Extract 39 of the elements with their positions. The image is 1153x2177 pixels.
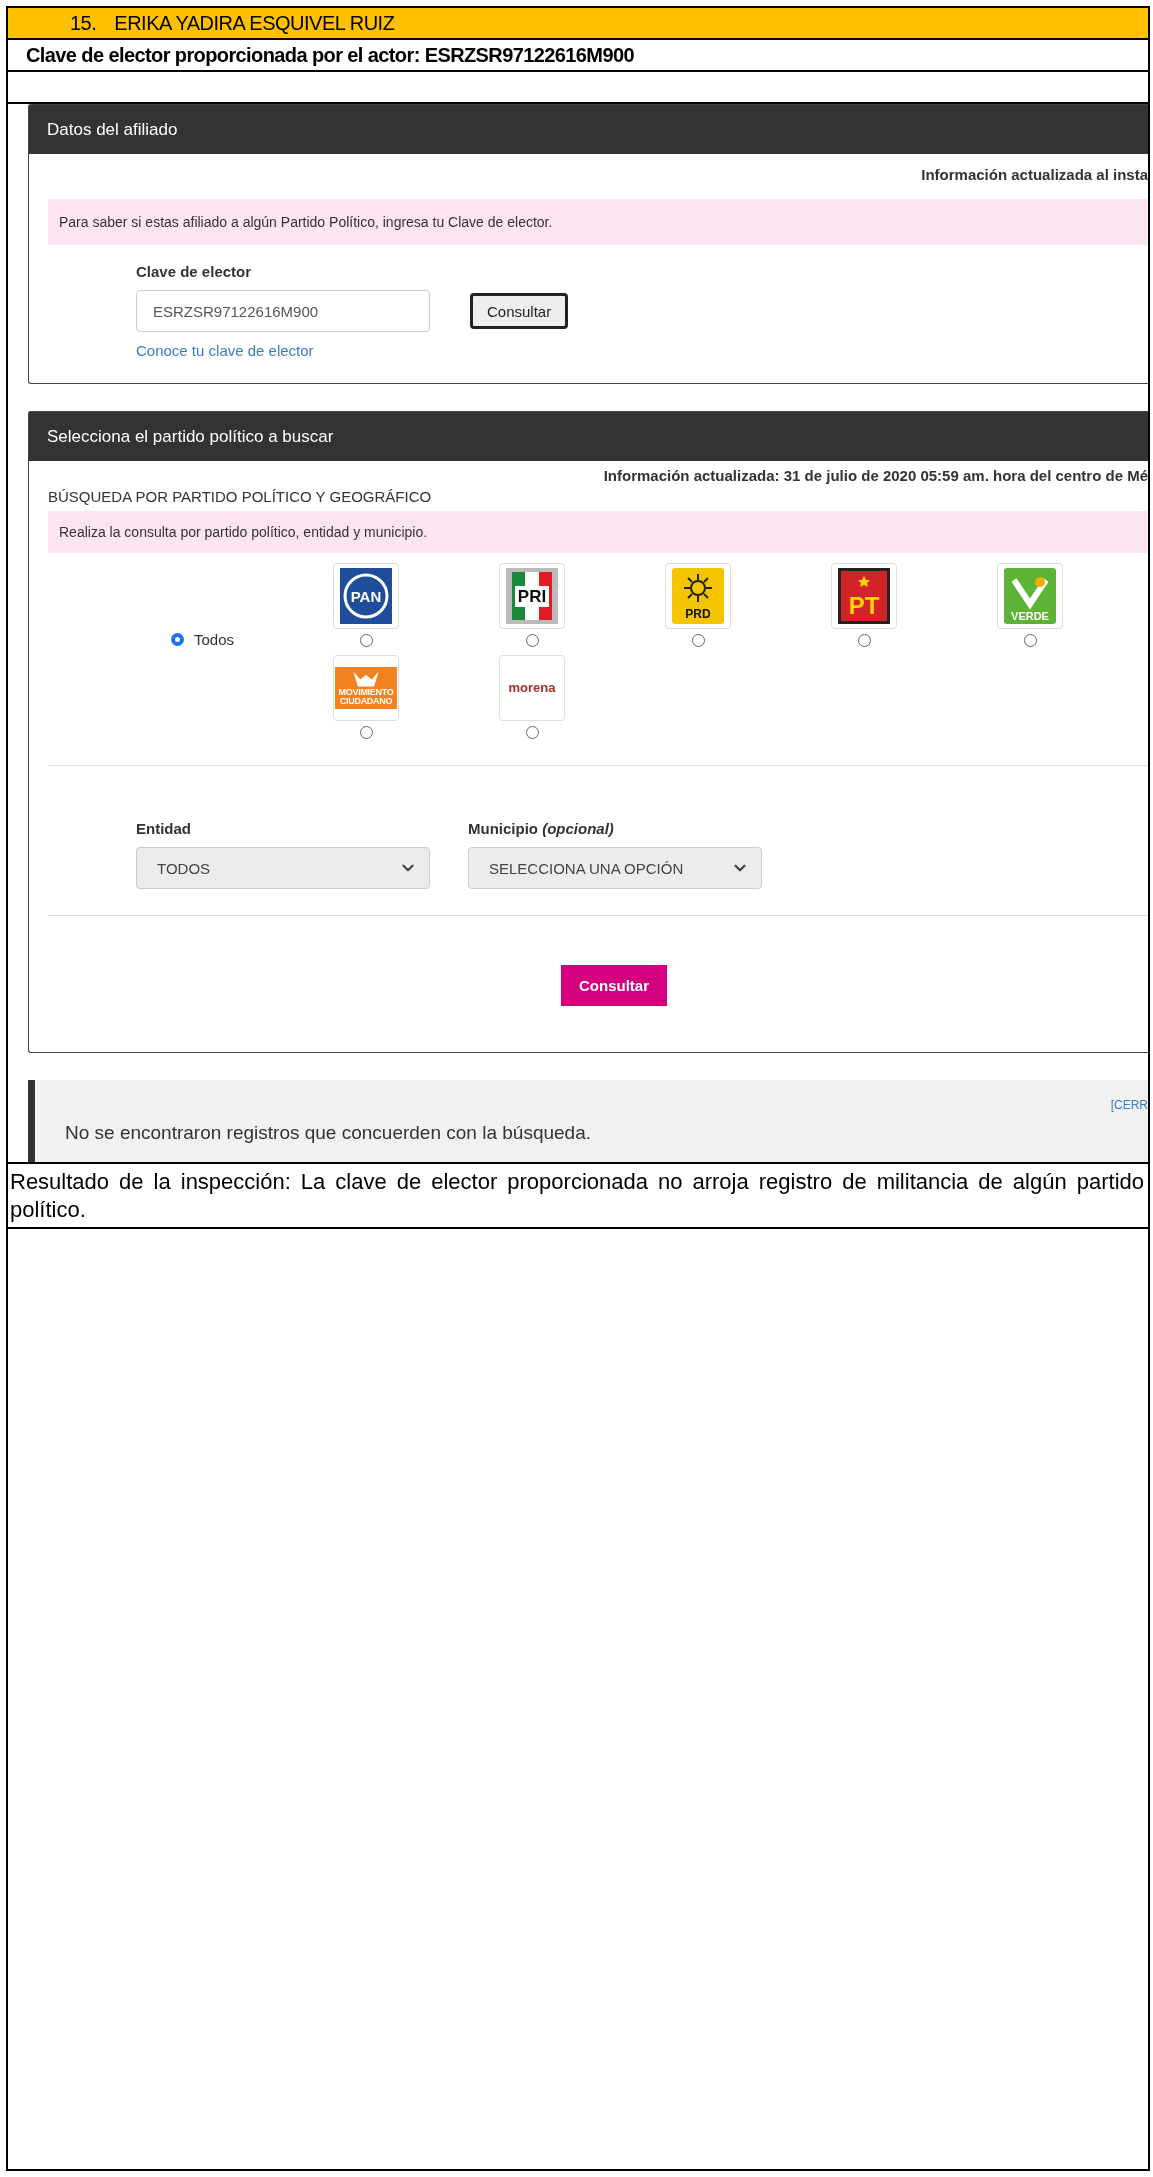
entity-select[interactable]: TODOS	[136, 847, 430, 889]
section-title: BÚSQUEDA POR PARTIDO POLÍTICO Y GEOGRÁFICO	[48, 488, 432, 505]
consult-button[interactable]: Consultar	[561, 965, 667, 1006]
party-radio[interactable]	[857, 634, 871, 647]
notice-text: Realiza la consulta por partido político, entidad y municipio.	[59, 524, 428, 540]
party-radio[interactable]	[691, 634, 705, 647]
party-logo: VERDE	[997, 563, 1063, 629]
party-logo: PAN	[333, 563, 399, 629]
party-logo: PRI	[499, 563, 565, 629]
panel-title: Selecciona el partido político a buscar	[47, 426, 334, 447]
party-radio[interactable]	[1023, 634, 1037, 647]
party-logo: PRD	[665, 563, 731, 629]
all-label: Todos	[194, 631, 235, 648]
key-help-link[interactable]: Conoce tu clave de elector	[136, 342, 314, 359]
result-text: Resultado de la inspección: La clave de elector proporcionada no arroja registro de militancia de algún partido político.	[8, 1164, 1148, 1229]
elector-key-field[interactable]: ESRZSR97122616M900	[136, 290, 430, 332]
all-radio[interactable]	[171, 633, 184, 646]
notice-text: Para saber si estas afiliado a algún Partido Político, ingresa tu Clave de elector.	[59, 214, 553, 230]
party-radio[interactable]	[525, 634, 539, 647]
panel-title: Datos del afiliado	[47, 119, 178, 140]
eagle-icon	[351, 670, 381, 688]
party-logo: morena	[499, 655, 565, 721]
clave-line: Clave de elector proporcionada por el actor: ESRZSR97122616M900	[26, 43, 634, 67]
heading-number: 15.	[70, 11, 97, 35]
party-radio[interactable]	[525, 726, 539, 739]
consult-button[interactable]: Consultar	[470, 293, 569, 329]
updated-text: Información actualizada al insta	[921, 166, 1148, 183]
field-label: Municipio (opcional)	[468, 820, 615, 837]
message-text: No se encontraron registros que concuerden con la búsqueda.	[65, 1122, 591, 1144]
party-radio[interactable]	[359, 634, 373, 647]
updated-text: Información actualizada: 31 de julio de 2020 05:59 am. hora del centro de Mé	[603, 467, 1148, 484]
municipality-select[interactable]: SELECCIONA UNA OPCIÓN	[468, 847, 762, 889]
heading-name: ERIKA YADIRA ESQUIVEL RUIZ	[114, 11, 395, 35]
party-radio[interactable]	[359, 726, 373, 739]
party-logo: PT	[831, 563, 897, 629]
logo-text: MOVIMIENTO CIUDADANO	[337, 688, 395, 706]
close-link[interactable]: [CERR	[1110, 1098, 1148, 1112]
field-label: Entidad	[136, 820, 192, 837]
field-label: Clave de elector	[136, 263, 253, 280]
